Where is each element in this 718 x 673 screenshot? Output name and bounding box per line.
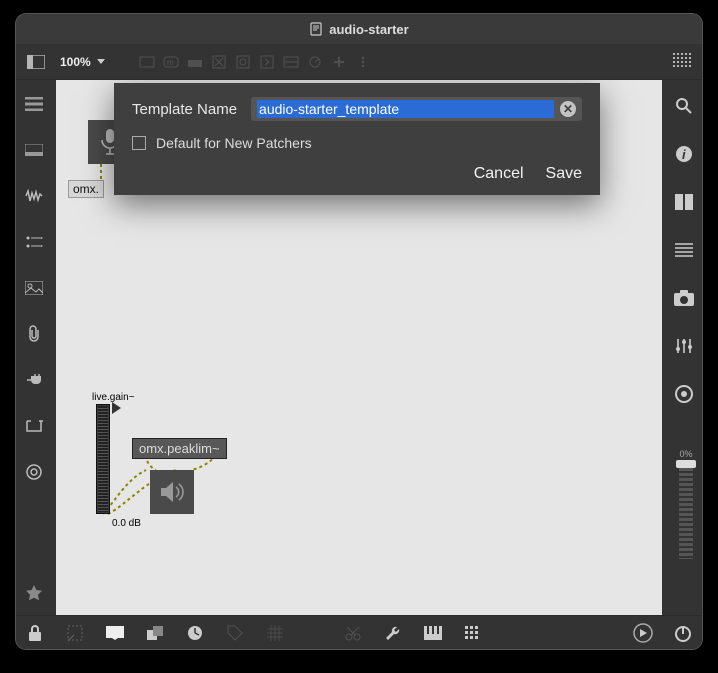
star-icon[interactable] [22,581,46,605]
gain-db-value: 0.0 dB [112,518,141,529]
chevron-down-icon [97,59,105,65]
presentation-icon[interactable] [104,622,126,644]
search-icon[interactable] [672,94,696,118]
piano-icon[interactable] [422,622,444,644]
template-name-label: Template Name [132,101,237,118]
columns-icon[interactable] [672,190,696,214]
clear-input-button[interactable]: ✕ [560,101,576,117]
omx-object-label[interactable]: omx. [68,180,104,198]
save-template-dialog: Template Name audio-starter_template ✕ D… [114,83,600,195]
speaker-icon [159,480,185,504]
listview-icon[interactable] [672,238,696,262]
image-icon[interactable] [22,276,46,300]
record-icon[interactable] [672,382,696,406]
number-new-button[interactable] [255,52,279,72]
dac-object[interactable] [150,470,194,514]
add-button[interactable] [327,52,351,72]
volume-thumb[interactable] [676,460,696,468]
plug-icon[interactable] [22,368,46,392]
grid-toggle-button[interactable] [670,52,694,72]
cut-icon[interactable] [342,622,364,644]
power-button[interactable] [672,622,694,644]
toggle-new-button[interactable] [207,52,231,72]
matrix-icon[interactable] [22,230,46,254]
panel-icon[interactable] [22,138,46,162]
slider-new-button[interactable] [303,52,327,72]
template-name-input[interactable]: audio-starter_template ✕ [251,97,582,121]
flonum-new-button[interactable] [279,52,303,72]
object-new-button[interactable] [135,52,159,72]
gain-handle-icon[interactable] [112,402,121,414]
volume-slider[interactable]: 0% [676,449,696,559]
list-icon[interactable] [22,92,46,116]
top-toolbar: 100% m [16,44,702,80]
save-button[interactable]: Save [546,165,582,183]
title-bar: audio-starter [16,14,702,44]
keypad-icon[interactable] [462,622,484,644]
select-icon[interactable] [64,622,86,644]
default-checkbox[interactable] [132,136,146,150]
peaklim-object[interactable]: omx.peaklim~ [132,438,227,459]
bottom-toolbar [16,615,702,649]
volume-percent: 0% [679,449,692,459]
window-title: audio-starter [329,22,408,37]
target-icon[interactable] [22,460,46,484]
zoom-level[interactable]: 100% [54,55,111,69]
button-new-button[interactable] [231,52,255,72]
left-sidebar [16,80,52,615]
document-icon [309,22,323,36]
bracket-icon[interactable] [22,414,46,438]
waveform-icon[interactable] [22,184,46,208]
sidebar-toggle-button[interactable] [24,52,48,72]
template-name-value[interactable]: audio-starter_template [257,100,554,118]
comment-new-button[interactable] [183,52,207,72]
svg-text:m: m [167,58,174,67]
default-checkbox-label: Default for New Patchers [156,135,312,151]
clock-icon[interactable] [184,622,206,644]
snap-icon[interactable] [264,622,286,644]
patcher-canvas[interactable]: omx. live.gain~ 0.0 dB omx.peaklim~ Temp… [56,80,662,615]
camera-icon[interactable] [672,286,696,310]
app-window: audio-starter 100% m [16,14,702,649]
info-icon[interactable]: i [672,142,696,166]
paperclip-icon[interactable] [22,322,46,346]
more-button[interactable] [351,52,375,72]
lock-icon[interactable] [24,622,46,644]
wrench-icon[interactable] [382,622,404,644]
svg-text:i: i [682,147,686,162]
play-button[interactable] [632,622,654,644]
sliders-icon[interactable] [672,334,696,358]
tag-icon[interactable] [224,622,246,644]
message-new-button[interactable]: m [159,52,183,72]
cancel-button[interactable]: Cancel [474,165,524,183]
layers-icon[interactable] [144,622,166,644]
